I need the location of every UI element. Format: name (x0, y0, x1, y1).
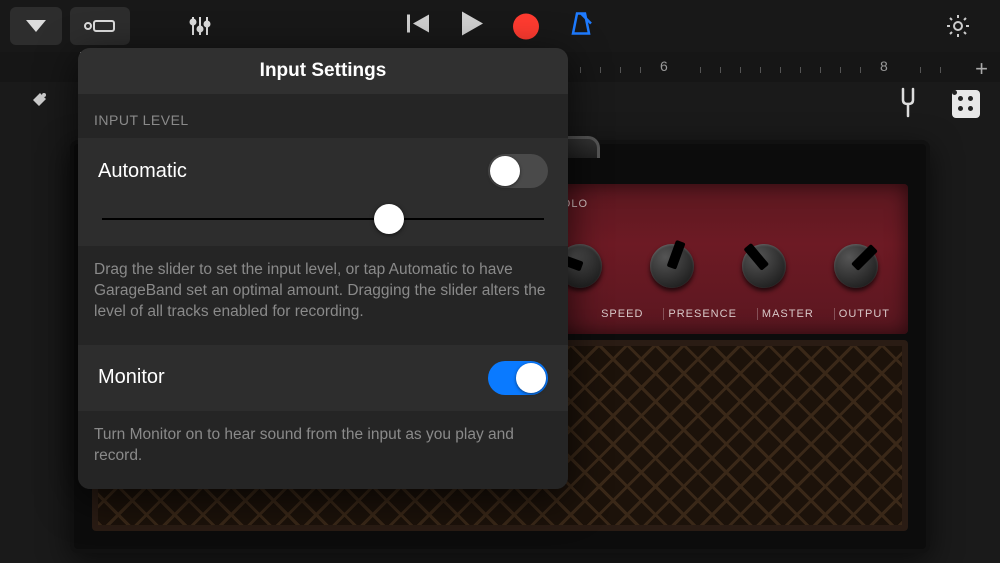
amp-knob-label: OUTPUT (834, 308, 894, 320)
monitor-label: Monitor (98, 366, 165, 389)
monitor-row: Monitor (78, 345, 568, 411)
amp-knob-presence[interactable] (650, 244, 694, 288)
mixer-button[interactable] (178, 8, 222, 44)
amp-knob-label: SPEED (597, 308, 647, 320)
automatic-row: Automatic (78, 138, 568, 194)
nav-dropdown[interactable] (10, 7, 62, 45)
automatic-toggle[interactable] (488, 154, 548, 188)
tuning-fork-icon[interactable] (894, 86, 922, 123)
input-level-caption: Drag the slider to set the input level, … (78, 246, 568, 345)
rewind-button[interactable] (405, 11, 431, 42)
input-plug-icon[interactable] (22, 87, 52, 122)
automatic-label: Automatic (98, 160, 187, 183)
ruler-mark: 8 (880, 58, 888, 74)
metronome-button[interactable] (567, 10, 595, 43)
amp-knob-master[interactable] (742, 244, 786, 288)
monitor-toggle[interactable] (488, 361, 548, 395)
section-header-input-level: INPUT LEVEL (78, 94, 568, 138)
input-settings-popover: Input Settings INPUT LEVEL Automatic Dra… (78, 48, 568, 489)
play-button[interactable] (459, 10, 485, 43)
record-button[interactable] (513, 13, 539, 39)
settings-button[interactable] (936, 8, 980, 44)
ruler-mark: 6 (660, 58, 668, 74)
amp-knob-output[interactable] (834, 244, 878, 288)
tracks-view-button[interactable] (70, 7, 130, 45)
input-level-slider-thumb[interactable] (374, 204, 404, 234)
dice-icon[interactable] (952, 90, 980, 118)
popover-title: Input Settings (78, 48, 568, 94)
monitor-caption: Turn Monitor on to hear sound from the i… (78, 411, 568, 489)
amp-knob-label: PRESENCE (663, 308, 741, 320)
input-level-slider-cell (78, 194, 568, 246)
add-track-button[interactable]: + (975, 56, 988, 82)
input-level-slider[interactable] (102, 218, 544, 220)
amp-knob-label: MASTER (757, 308, 818, 320)
